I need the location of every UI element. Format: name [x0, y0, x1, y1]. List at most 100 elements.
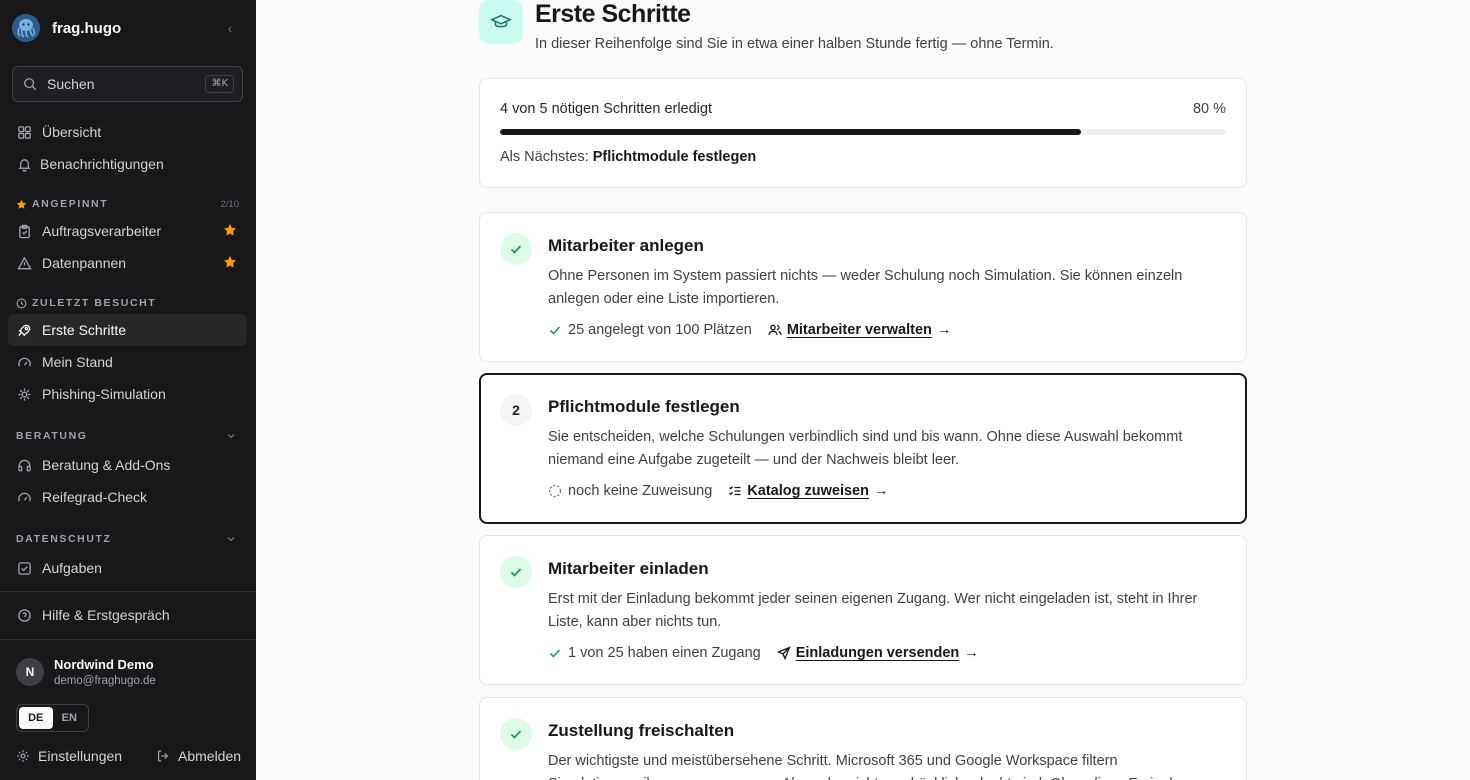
sidebar-item-aufgaben[interactable]: Aufgaben [8, 552, 247, 584]
section-title: DATENSCHUTZ [16, 533, 112, 545]
check-icon [548, 646, 562, 660]
step-description: Erst mit der Einladung bekommt jeder sei… [548, 591, 1198, 630]
collapse-sidebar-icon[interactable]: ‹ [220, 18, 240, 38]
section-title: BERATUNG [16, 430, 88, 442]
chevron-down-icon [227, 537, 235, 542]
clock-icon [16, 298, 27, 309]
progress-card: 4 von 5 nötigen Schritten erledigt 80 % … [479, 78, 1247, 188]
link-label: Mitarbeiter verwalten [786, 322, 932, 338]
graduation-cap-icon [479, 0, 523, 44]
logout-icon [158, 750, 169, 762]
progress-percent: 80 % [1192, 101, 1226, 117]
send-invitations-link[interactable]: Einladungen versenden → [776, 645, 979, 661]
next-step: Als Nächstes: Pflichtmodule festlegen [500, 149, 756, 165]
fish-hook-icon [16, 386, 32, 402]
star-icon [16, 199, 27, 210]
gear-icon [17, 750, 29, 762]
next-step-prefix: Als Nächstes: [500, 149, 589, 165]
step-description: Ohne Personen im System passiert nichts … [548, 268, 1183, 307]
sidebar-item-phishing-simulation[interactable]: Phishing-Simulation [8, 378, 247, 410]
sidebar-item-label: Reifegrad-Check [42, 489, 148, 505]
settings-label: Einstellungen [38, 748, 123, 764]
step-number-badge: 2 [500, 394, 532, 426]
check-icon [510, 730, 522, 739]
check-icon [548, 323, 562, 337]
bell-icon [16, 156, 32, 172]
clipboard-icon [16, 223, 32, 239]
pinned-star-icon[interactable] [223, 255, 237, 269]
section-title: ZULETZT BESUCHT [32, 297, 157, 309]
sidebar-item-hilfe[interactable]: Hilfe & Erstgespräch [8, 599, 247, 631]
sidebar-item-benachrichtigungen[interactable]: Benachrichtigungen [8, 148, 247, 180]
user-profile[interactable]: N Nordwind Demo demo@fraghugo.de [16, 657, 246, 690]
step-done-badge [500, 556, 532, 588]
sidebar-item-uebersicht[interactable]: Übersicht [8, 116, 247, 148]
lang-en-button[interactable]: EN [53, 707, 87, 729]
sidebar-item-datenpannen[interactable]: Datenpannen [8, 247, 247, 279]
language-switch: DE EN [16, 704, 89, 732]
page-subtitle: In dieser Reihenfolge sind Sie in etwa e… [535, 36, 1054, 52]
step-description: Der wichtigste und meistübersehene Schri… [548, 753, 1186, 780]
lang-de-button[interactable]: DE [19, 707, 53, 729]
pinned-star-icon[interactable] [223, 223, 237, 237]
logo-octopus-icon [12, 14, 40, 42]
sidebar-item-label: Beratung & Add-Ons [42, 457, 171, 473]
page-title: Erste Schritte [535, 0, 691, 28]
users-icon [768, 323, 782, 337]
sidebar-item-auftragsverarbeiter[interactable]: Auftragsverarbeiter [8, 215, 247, 247]
step-description: Sie entscheiden, welche Schulungen verbi… [548, 429, 1183, 468]
section-beratung[interactable]: BERATUNG [16, 429, 239, 443]
step-card: Mitarbeiter einladen Erst mit der Einlad… [479, 535, 1247, 685]
arrow-right-icon: → [964, 645, 979, 661]
step-status-text: noch keine Zuweisung [568, 483, 713, 499]
step-done-badge [500, 233, 532, 265]
search-shortcut: ⌘K [205, 75, 234, 93]
settings-button[interactable]: Einstellungen [16, 746, 122, 766]
brand-name: frag.hugo [52, 19, 122, 37]
arrow-right-icon: → [936, 322, 952, 338]
link-label: Katalog zuweisen [747, 483, 869, 499]
warning-icon [16, 255, 32, 271]
next-step-name: Pflichtmodule festlegen [592, 149, 757, 165]
brand[interactable]: frag.hugo ‹ [12, 12, 244, 44]
sidebar-item-beratung-addons[interactable]: Beratung & Add-Ons [8, 449, 247, 481]
section-title: ANGEPINNT [32, 198, 109, 210]
assign-catalog-link[interactable]: Katalog zuweisen → [728, 483, 888, 499]
sidebar-item-label: Datenpannen [42, 255, 127, 271]
divider [0, 591, 256, 592]
pinned-count: 2/10 [220, 198, 240, 210]
help-icon [16, 607, 32, 623]
sidebar-item-label: Hilfe & Erstgespräch [42, 607, 170, 623]
step-meta: noch keine Zuweisung Katalog zuweisen → [548, 482, 888, 500]
sidebar-item-label: Benachrichtigungen [40, 156, 164, 172]
manage-employees-link[interactable]: Mitarbeiter verwalten → [768, 322, 952, 338]
section-recent: ZULETZT BESUCHT [16, 296, 239, 310]
progress-label: 4 von 5 nötigen Schritten erledigt [500, 101, 712, 117]
check-icon [510, 245, 522, 254]
step-status-text: 1 von 25 haben einen Zugang [568, 645, 761, 661]
divider [0, 639, 256, 640]
sidebar-item-label: Aufgaben [42, 560, 102, 576]
progress-bar-fill [500, 129, 1081, 135]
sidebar-item-erste-schritte[interactable]: Erste Schritte [8, 314, 247, 346]
search-input[interactable]: Suchen ⌘K [12, 66, 243, 102]
section-datenschutz[interactable]: DATENSCHUTZ [16, 532, 239, 546]
sidebar-item-label: Auftragsverarbeiter [42, 223, 162, 239]
step-title: Mitarbeiter einladen [548, 559, 709, 578]
headset-icon [16, 457, 32, 473]
step-title: Zustellung freischalten [548, 721, 735, 740]
pending-icon [548, 484, 562, 498]
sidebar-item-reifegrad-check[interactable]: Reifegrad-Check [8, 481, 247, 513]
step-title: Pflichtmodule festlegen [548, 397, 740, 416]
rocket-icon [16, 322, 32, 338]
sidebar-item-mein-stand[interactable]: Mein Stand [8, 346, 247, 378]
step-card: Mitarbeiter anlegen Ohne Personen im Sys… [479, 212, 1247, 362]
sidebar-item-label: Mein Stand [42, 354, 113, 370]
chevron-down-icon [227, 434, 235, 439]
grid-icon [16, 124, 32, 140]
logout-button[interactable]: Abmelden [156, 746, 241, 766]
step-meta: 25 angelegt von 100 Plätzen Mitarbeiter … [548, 321, 951, 339]
send-icon [776, 646, 791, 660]
step-card: Zustellung freischalten Der wichtigste u… [479, 697, 1247, 780]
sidebar-item-label: Erste Schritte [42, 322, 127, 338]
